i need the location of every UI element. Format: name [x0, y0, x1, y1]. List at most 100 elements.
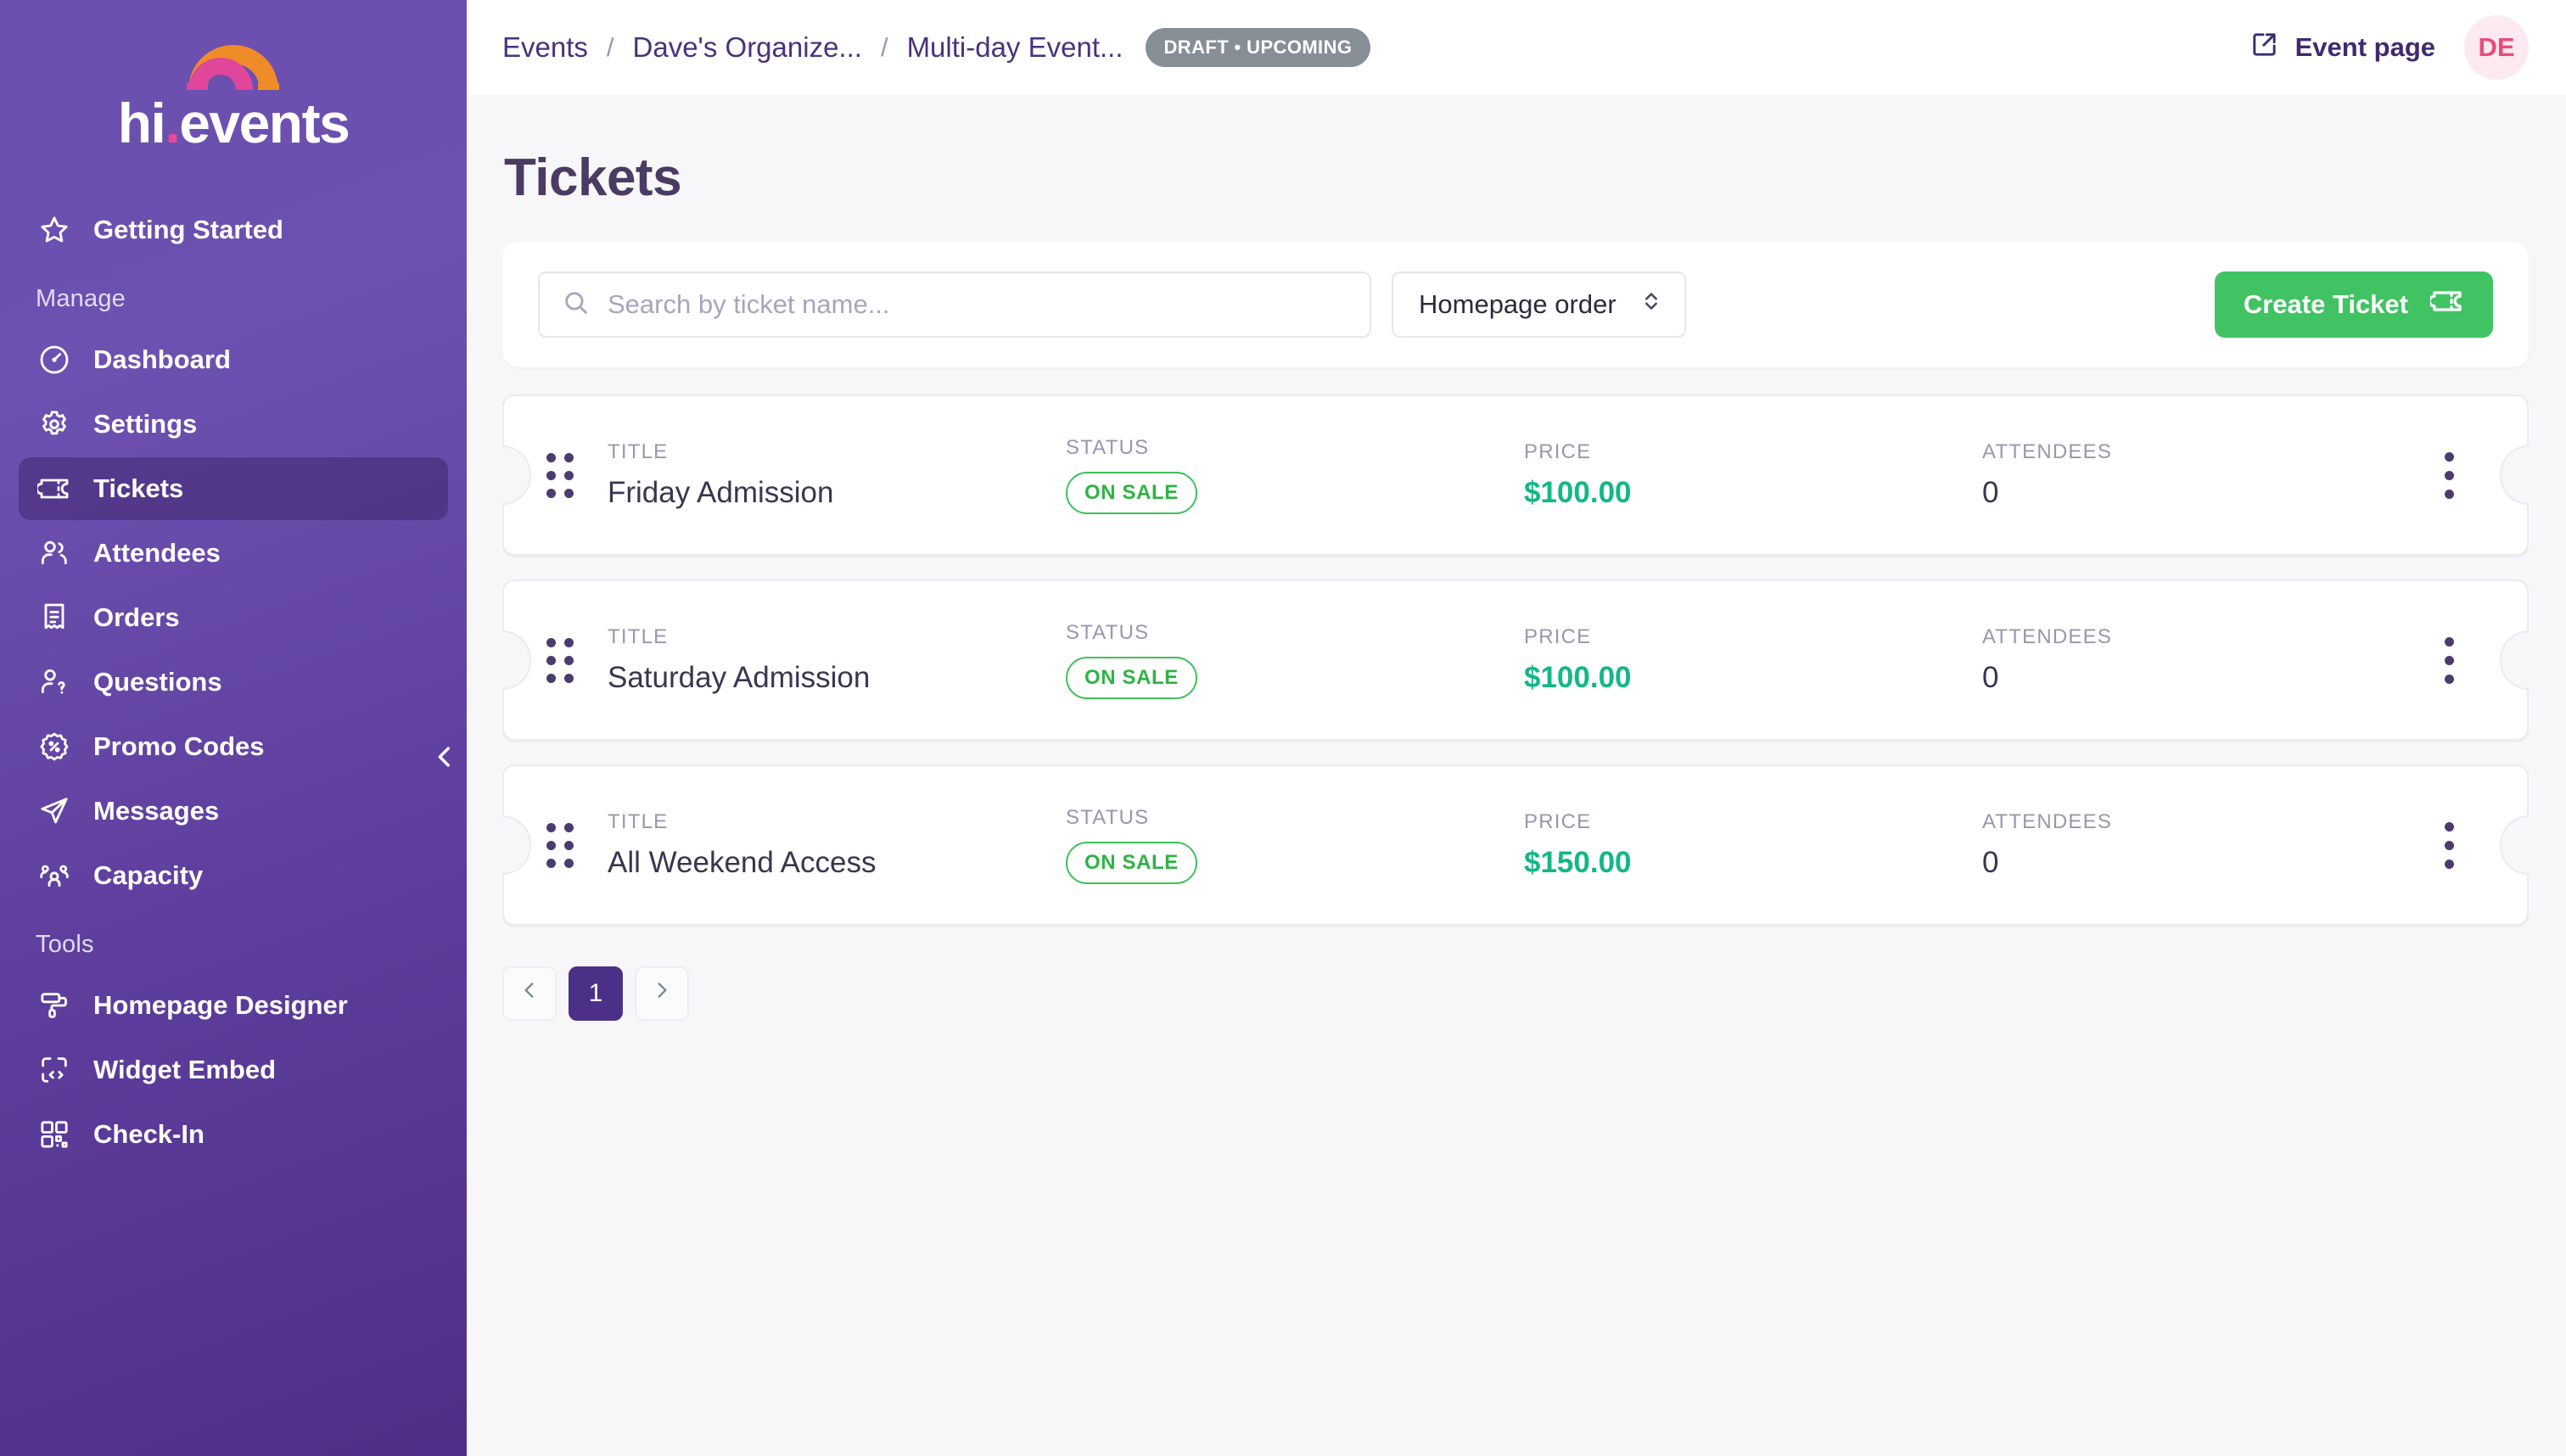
ticket-notch-left	[502, 815, 531, 875]
breadcrumb-item-events[interactable]: Events	[502, 31, 588, 64]
ticket-notch-left	[502, 445, 531, 505]
sidebar-collapse-button[interactable]	[423, 733, 467, 784]
sidebar-item-attendees[interactable]: Attendees	[19, 522, 448, 585]
brand-suffix: events	[179, 92, 350, 154]
row-actions-menu-button[interactable]	[2432, 448, 2466, 502]
sidebar-item-label: Capacity	[93, 860, 204, 890]
chevron-up-down-icon	[1640, 287, 1662, 322]
column-header-price: PRICE	[1524, 625, 1592, 648]
users-icon	[36, 535, 73, 572]
sidebar-item-settings[interactable]: Settings	[19, 393, 448, 456]
create-ticket-button[interactable]: Create Ticket	[2214, 272, 2493, 338]
sidebar-item-homepage-designer[interactable]: Homepage Designer	[19, 974, 448, 1037]
cell-status: STATUS ON SALE	[1066, 436, 1524, 514]
sidebar-item-tickets[interactable]: Tickets	[19, 457, 448, 520]
main-area: Events / Dave's Organize... / Multi-day …	[467, 0, 2566, 1456]
breadcrumb: Events / Dave's Organize... / Multi-day …	[502, 28, 1371, 67]
pagination-prev-button[interactable]	[502, 966, 557, 1021]
column-header-attendees: ATTENDEES	[1982, 440, 2113, 463]
search-input-wrapper[interactable]	[538, 272, 1371, 338]
pagination-next-button[interactable]	[635, 966, 689, 1021]
ticket-title: Saturday Admission	[608, 661, 871, 694]
sidebar-item-orders[interactable]: Orders	[19, 586, 448, 649]
pagination: 1	[502, 966, 2529, 1021]
sort-select[interactable]: Homepage order	[1392, 272, 1686, 338]
sidebar-item-messages[interactable]: Messages	[19, 780, 448, 843]
sidebar-item-widget-embed[interactable]: Widget Embed	[19, 1039, 448, 1101]
column-header-price: PRICE	[1524, 440, 1592, 463]
table-row[interactable]: TITLE Saturday Admission STATUS ON SALE …	[502, 580, 2529, 741]
cell-status: STATUS ON SALE	[1066, 621, 1524, 699]
sidebar-item-label: Attendees	[93, 538, 221, 568]
breadcrumb-item-event[interactable]: Multi-day Event...	[907, 31, 1123, 64]
sidebar: hi. events Getting Started Manage Dashbo…	[0, 0, 467, 1456]
search-input[interactable]	[608, 289, 1347, 320]
row-actions-menu-button[interactable]	[2432, 633, 2466, 687]
send-icon	[36, 792, 73, 830]
gauge-icon	[36, 341, 73, 378]
ticket-icon	[2428, 284, 2464, 325]
qr-code-icon	[36, 1116, 73, 1153]
sidebar-item-check-in[interactable]: Check-In	[19, 1103, 448, 1166]
ticket-price: $100.00	[1524, 661, 1632, 694]
app-root: hi. events Getting Started Manage Dashbo…	[0, 0, 2566, 1456]
external-link-icon	[2249, 30, 2279, 66]
cell-price: PRICE $100.00	[1524, 440, 1982, 510]
sidebar-item-questions[interactable]: Questions	[19, 651, 448, 714]
create-ticket-label: Create Ticket	[2243, 289, 2408, 319]
breadcrumb-separator: /	[880, 32, 888, 62]
table-row[interactable]: TITLE All Weekend Access STATUS ON SALE …	[502, 764, 2529, 926]
group-icon	[36, 857, 73, 894]
sidebar-item-label: Homepage Designer	[93, 990, 348, 1020]
ticket-title: Friday Admission	[608, 476, 834, 509]
drag-handle[interactable]	[546, 822, 580, 868]
ticket-icon	[36, 470, 73, 507]
sidebar-item-promo-codes[interactable]: Promo Codes	[19, 715, 448, 778]
search-icon	[562, 288, 591, 322]
brand-wordmark: hi. events	[118, 95, 350, 151]
breadcrumb-separator: /	[606, 32, 614, 62]
drag-handle[interactable]	[546, 637, 580, 683]
column-header-status: STATUS	[1066, 621, 1150, 644]
column-header-title: TITLE	[608, 810, 669, 833]
sidebar-item-label: Settings	[93, 409, 198, 439]
breadcrumb-item-organizer[interactable]: Dave's Organize...	[633, 31, 862, 64]
brand-logo[interactable]: hi. events	[0, 29, 467, 151]
star-icon	[36, 211, 73, 249]
row-actions-menu-button[interactable]	[2432, 818, 2466, 872]
sidebar-item-label: Dashboard	[93, 344, 231, 374]
cell-title: TITLE Friday Admission	[608, 440, 1066, 510]
ticket-notch-right	[2500, 630, 2529, 690]
sidebar-item-dashboard[interactable]: Dashboard	[19, 328, 448, 391]
drag-handle[interactable]	[546, 452, 580, 498]
sidebar-item-label: Check-In	[93, 1119, 204, 1149]
tickets-list: TITLE Friday Admission STATUS ON SALE PR…	[502, 395, 2529, 926]
chevron-left-icon	[430, 742, 459, 776]
chevron-right-icon	[651, 979, 673, 1008]
cell-attendees: ATTENDEES 0	[1982, 440, 2432, 510]
sidebar-item-label: Tickets	[93, 473, 184, 503]
avatar[interactable]: DE	[2464, 15, 2529, 80]
sidebar-item-getting-started[interactable]: Getting Started	[19, 199, 448, 261]
column-header-price: PRICE	[1524, 810, 1592, 833]
column-header-title: TITLE	[608, 625, 669, 648]
ticket-price: $100.00	[1524, 476, 1632, 509]
discount-icon	[36, 728, 73, 765]
cell-status: STATUS ON SALE	[1066, 806, 1524, 884]
ticket-price: $150.00	[1524, 846, 1632, 879]
sidebar-item-label: Widget Embed	[93, 1055, 277, 1084]
sidebar-item-capacity[interactable]: Capacity	[19, 844, 448, 907]
sidebar-section-manage: Manage	[36, 285, 126, 312]
ticket-notch-left	[502, 630, 531, 690]
pagination-page-1[interactable]: 1	[569, 966, 623, 1021]
sidebar-item-label: Getting Started	[93, 215, 283, 244]
page-content: Tickets Homepage order	[467, 95, 2566, 1021]
table-row[interactable]: TITLE Friday Admission STATUS ON SALE PR…	[502, 395, 2529, 556]
user-question-icon	[36, 664, 73, 701]
status-badge: ON SALE	[1066, 472, 1197, 514]
column-header-status: STATUS	[1066, 436, 1150, 459]
ticket-attendees: 0	[1982, 661, 1999, 694]
sidebar-item-label: Promo Codes	[93, 731, 265, 761]
ticket-attendees: 0	[1982, 846, 1999, 879]
event-page-link[interactable]: Event page	[2249, 30, 2435, 66]
